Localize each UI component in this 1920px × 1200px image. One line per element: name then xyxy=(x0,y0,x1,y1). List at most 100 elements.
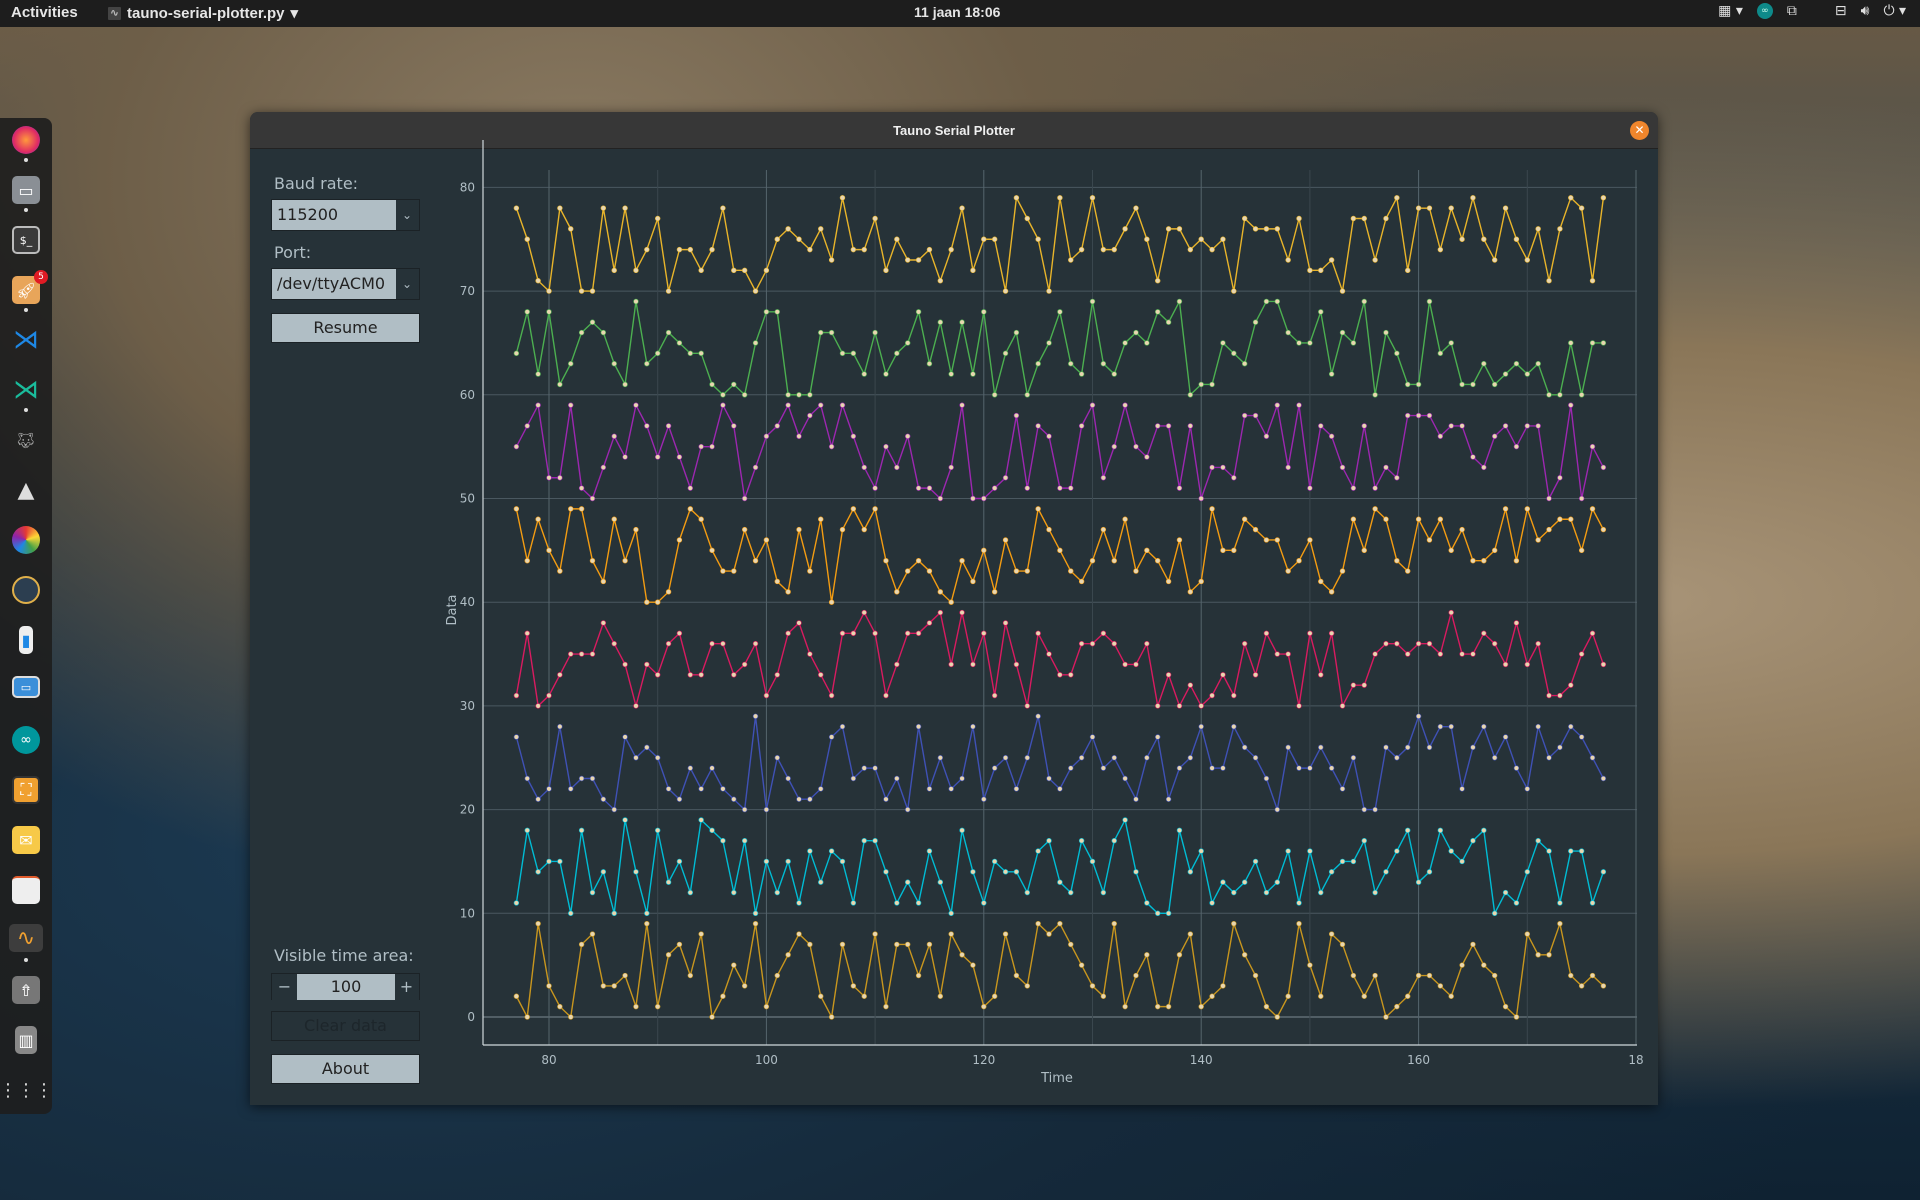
data-point xyxy=(970,495,976,502)
vscode-icon[interactable]: ⋊ xyxy=(12,325,40,355)
data-point xyxy=(1068,889,1074,896)
data-point xyxy=(894,236,900,242)
data-point xyxy=(763,1003,770,1010)
data-point xyxy=(981,1003,987,1010)
data-point xyxy=(1231,350,1237,357)
data-point xyxy=(1068,568,1074,574)
davinci-resolve-icon[interactable] xyxy=(12,576,40,604)
data-point xyxy=(1089,195,1096,201)
arduino-dock-icon[interactable]: ∞ xyxy=(12,726,40,754)
data-point xyxy=(557,475,563,481)
data-point xyxy=(1328,371,1335,377)
data-point xyxy=(546,692,552,699)
data-point xyxy=(709,1014,715,1020)
data-point xyxy=(1339,329,1346,336)
data-point xyxy=(1078,640,1085,647)
data-point xyxy=(1546,952,1552,958)
data-point xyxy=(1415,381,1422,388)
data-point xyxy=(611,640,617,647)
mail-icon[interactable]: ✉ xyxy=(12,826,40,854)
serial-plotter-icon[interactable]: ∿ xyxy=(9,924,43,952)
data-point xyxy=(970,962,976,968)
gimp-icon[interactable]: 🐺︎ xyxy=(12,426,40,454)
data-point xyxy=(872,765,878,771)
data-point xyxy=(568,360,574,367)
series-line xyxy=(515,817,1605,916)
data-point xyxy=(991,236,998,242)
data-point xyxy=(676,796,683,802)
network-icon[interactable]: ⊟ xyxy=(1835,3,1847,19)
activities-button[interactable]: Activities xyxy=(11,4,78,21)
data-point xyxy=(763,858,770,865)
darktable-icon[interactable] xyxy=(12,526,40,554)
data-point xyxy=(1252,672,1259,678)
data-point xyxy=(1350,972,1357,979)
data-point xyxy=(535,371,541,377)
data-point xyxy=(1089,858,1096,865)
data-point xyxy=(1144,952,1150,958)
data-point xyxy=(1405,993,1411,999)
data-point xyxy=(1383,464,1389,471)
data-point xyxy=(1535,838,1541,844)
cpu-monitor-icon[interactable]: ▦ ▾ xyxy=(1718,3,1743,19)
data-point xyxy=(622,661,628,668)
data-point xyxy=(698,672,704,678)
data-point xyxy=(1481,630,1487,637)
data-point xyxy=(872,485,878,491)
thermometer-icon[interactable]: ▮ xyxy=(19,626,33,654)
show-apps-icon[interactable]: ⋮⋮⋮ xyxy=(0,1076,53,1104)
data-point xyxy=(1328,257,1335,263)
data-point xyxy=(1361,547,1367,554)
x-tick-label: 120 xyxy=(972,1053,995,1067)
files-icon[interactable]: ▭ xyxy=(12,176,40,204)
trash-icon[interactable]: ▥ xyxy=(15,1026,37,1054)
arduino-icon[interactable]: ∞ xyxy=(1756,3,1773,19)
power-icon[interactable]: ⏻ ▾ xyxy=(1883,3,1906,19)
data-point xyxy=(1535,952,1541,958)
data-point xyxy=(1133,568,1139,574)
data-point xyxy=(1481,236,1487,242)
series-line xyxy=(515,195,1605,293)
vscodium-icon[interactable]: ⋊ xyxy=(12,375,40,405)
data-point xyxy=(1589,340,1596,346)
data-point xyxy=(959,609,965,616)
data-point xyxy=(1100,630,1107,637)
data-point xyxy=(1394,640,1400,647)
data-point xyxy=(850,630,857,637)
data-point xyxy=(1263,775,1270,782)
data-point xyxy=(883,796,889,802)
data-point xyxy=(991,692,998,699)
firefox-icon[interactable] xyxy=(12,126,40,154)
screenshot-icon[interactable]: ▭ xyxy=(12,676,40,698)
usb-icon[interactable]: ⇮ xyxy=(12,976,40,1004)
x-tick-label: 160 xyxy=(1407,1053,1430,1067)
data-point xyxy=(1187,423,1194,429)
data-point xyxy=(1448,340,1454,346)
clock[interactable]: 11 jaan 18:06 xyxy=(914,4,1000,20)
data-point xyxy=(1448,609,1454,616)
terminal-icon[interactable]: $_ xyxy=(12,226,40,254)
data-point xyxy=(937,589,944,595)
app-menu[interactable]: ∿ tauno-serial-plotter.py ▾ xyxy=(108,4,298,22)
data-point xyxy=(1078,371,1085,377)
display-icon[interactable]: ⧉ xyxy=(1787,3,1797,19)
data-point xyxy=(752,640,759,647)
scanner-icon[interactable] xyxy=(12,876,40,904)
data-point xyxy=(589,775,596,782)
data-point xyxy=(970,371,976,377)
data-point xyxy=(687,506,694,512)
screen-recorder-icon[interactable]: ⛶ xyxy=(12,776,40,804)
data-point xyxy=(915,972,922,979)
data-point xyxy=(1209,246,1215,253)
data-point xyxy=(1350,682,1357,688)
data-point xyxy=(1002,620,1009,626)
running-indicator xyxy=(24,158,28,162)
data-point xyxy=(1459,962,1465,968)
inkscape-icon[interactable]: ▲ xyxy=(12,476,40,504)
data-plot[interactable]: 0 10 20 30 40 50 60 70 80 80 100 120 140 160 18 Time D… xyxy=(250,112,1658,1105)
volume-icon[interactable]: 🔊︎ xyxy=(1861,3,1870,19)
data-point xyxy=(1372,485,1378,491)
data-point xyxy=(644,423,650,429)
data-point xyxy=(752,920,759,927)
data-point xyxy=(1176,827,1183,834)
